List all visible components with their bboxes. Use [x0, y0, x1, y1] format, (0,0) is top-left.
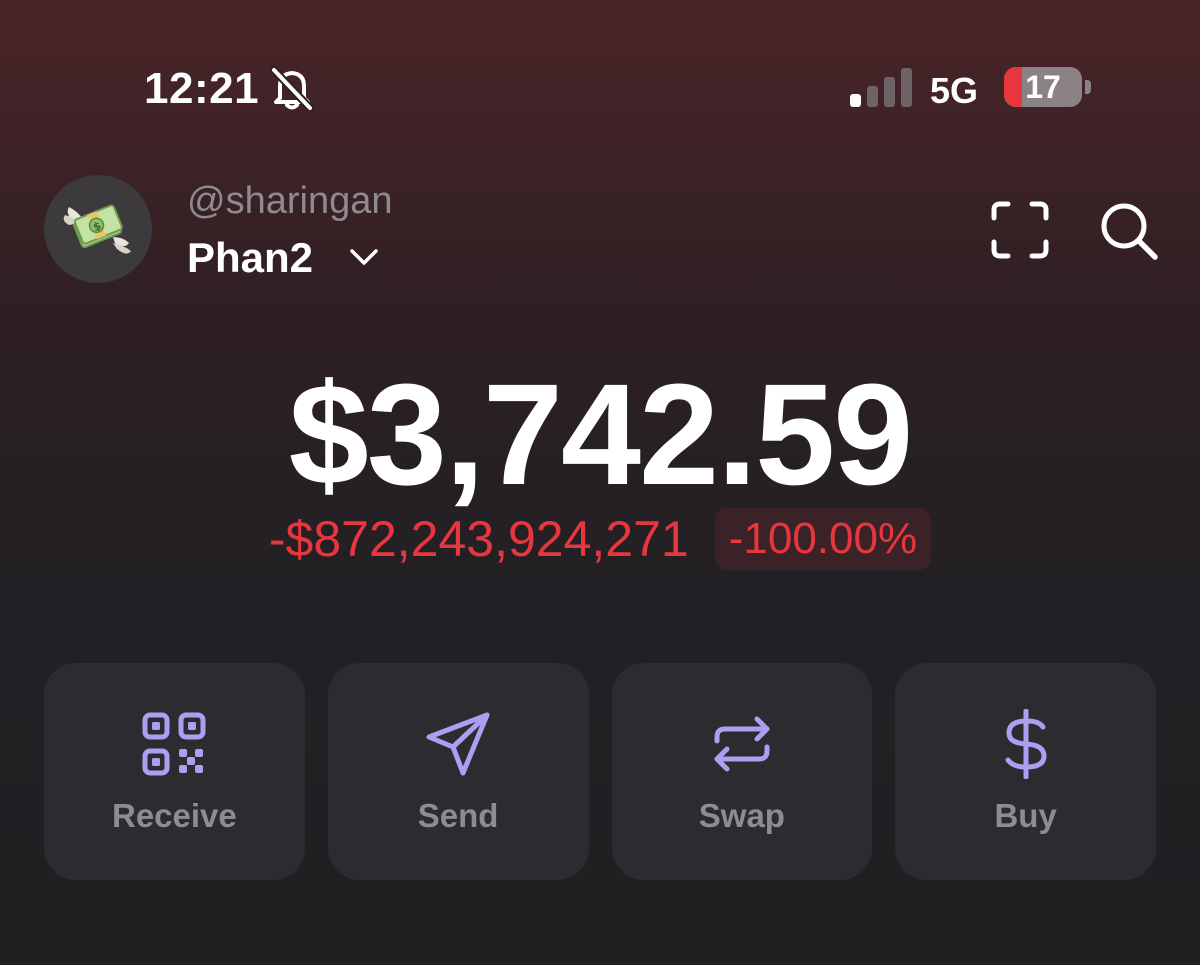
qr-code-icon	[142, 712, 206, 776]
signal-bar	[850, 94, 861, 107]
account-name[interactable]: Phan2	[187, 234, 313, 282]
balance-change: -$872,243,924,271 -100.00%	[0, 508, 1200, 570]
battery-cap	[1085, 80, 1091, 94]
status-time: 12:21	[144, 64, 260, 113]
username: @sharingan	[187, 180, 393, 222]
change-percent-badge: -100.00%	[714, 508, 932, 570]
action-bar: Receive Send Swap Buy	[44, 663, 1156, 880]
swap-button[interactable]: Swap	[611, 663, 873, 880]
search-icon[interactable]	[1098, 200, 1160, 262]
change-amount: -$872,243,924,271	[268, 511, 689, 567]
network-type: 5G	[930, 70, 979, 111]
swap-label: Swap	[698, 797, 785, 834]
send-icon	[426, 712, 490, 776]
receive-label: Receive	[111, 797, 237, 834]
chevron-down-icon[interactable]	[346, 242, 382, 272]
cellular-signal-icon	[850, 68, 912, 107]
receive-button[interactable]: Receive	[44, 663, 305, 880]
avatar[interactable]: $	[44, 175, 152, 283]
buy-label: Buy	[994, 797, 1057, 834]
signal-bar	[867, 86, 878, 107]
wallet-screen: 12:21 5G 17 $ @sharingan Phan2 $3,742.59…	[0, 0, 1200, 965]
buy-button[interactable]: Buy	[895, 663, 1156, 880]
total-balance: $3,742.59	[288, 354, 914, 515]
battery-level: 17	[1025, 69, 1061, 105]
battery-indicator: 17	[1004, 67, 1082, 107]
send-button[interactable]: Send	[327, 663, 589, 880]
swap-icon	[714, 716, 770, 772]
scan-frame-icon[interactable]	[990, 200, 1050, 260]
signal-bar	[884, 77, 895, 107]
dollar-icon	[1005, 709, 1047, 779]
money-with-wings-icon: $	[63, 204, 131, 254]
bell-slash-icon	[270, 66, 314, 110]
send-label: Send	[417, 797, 499, 834]
signal-bar	[901, 68, 912, 107]
